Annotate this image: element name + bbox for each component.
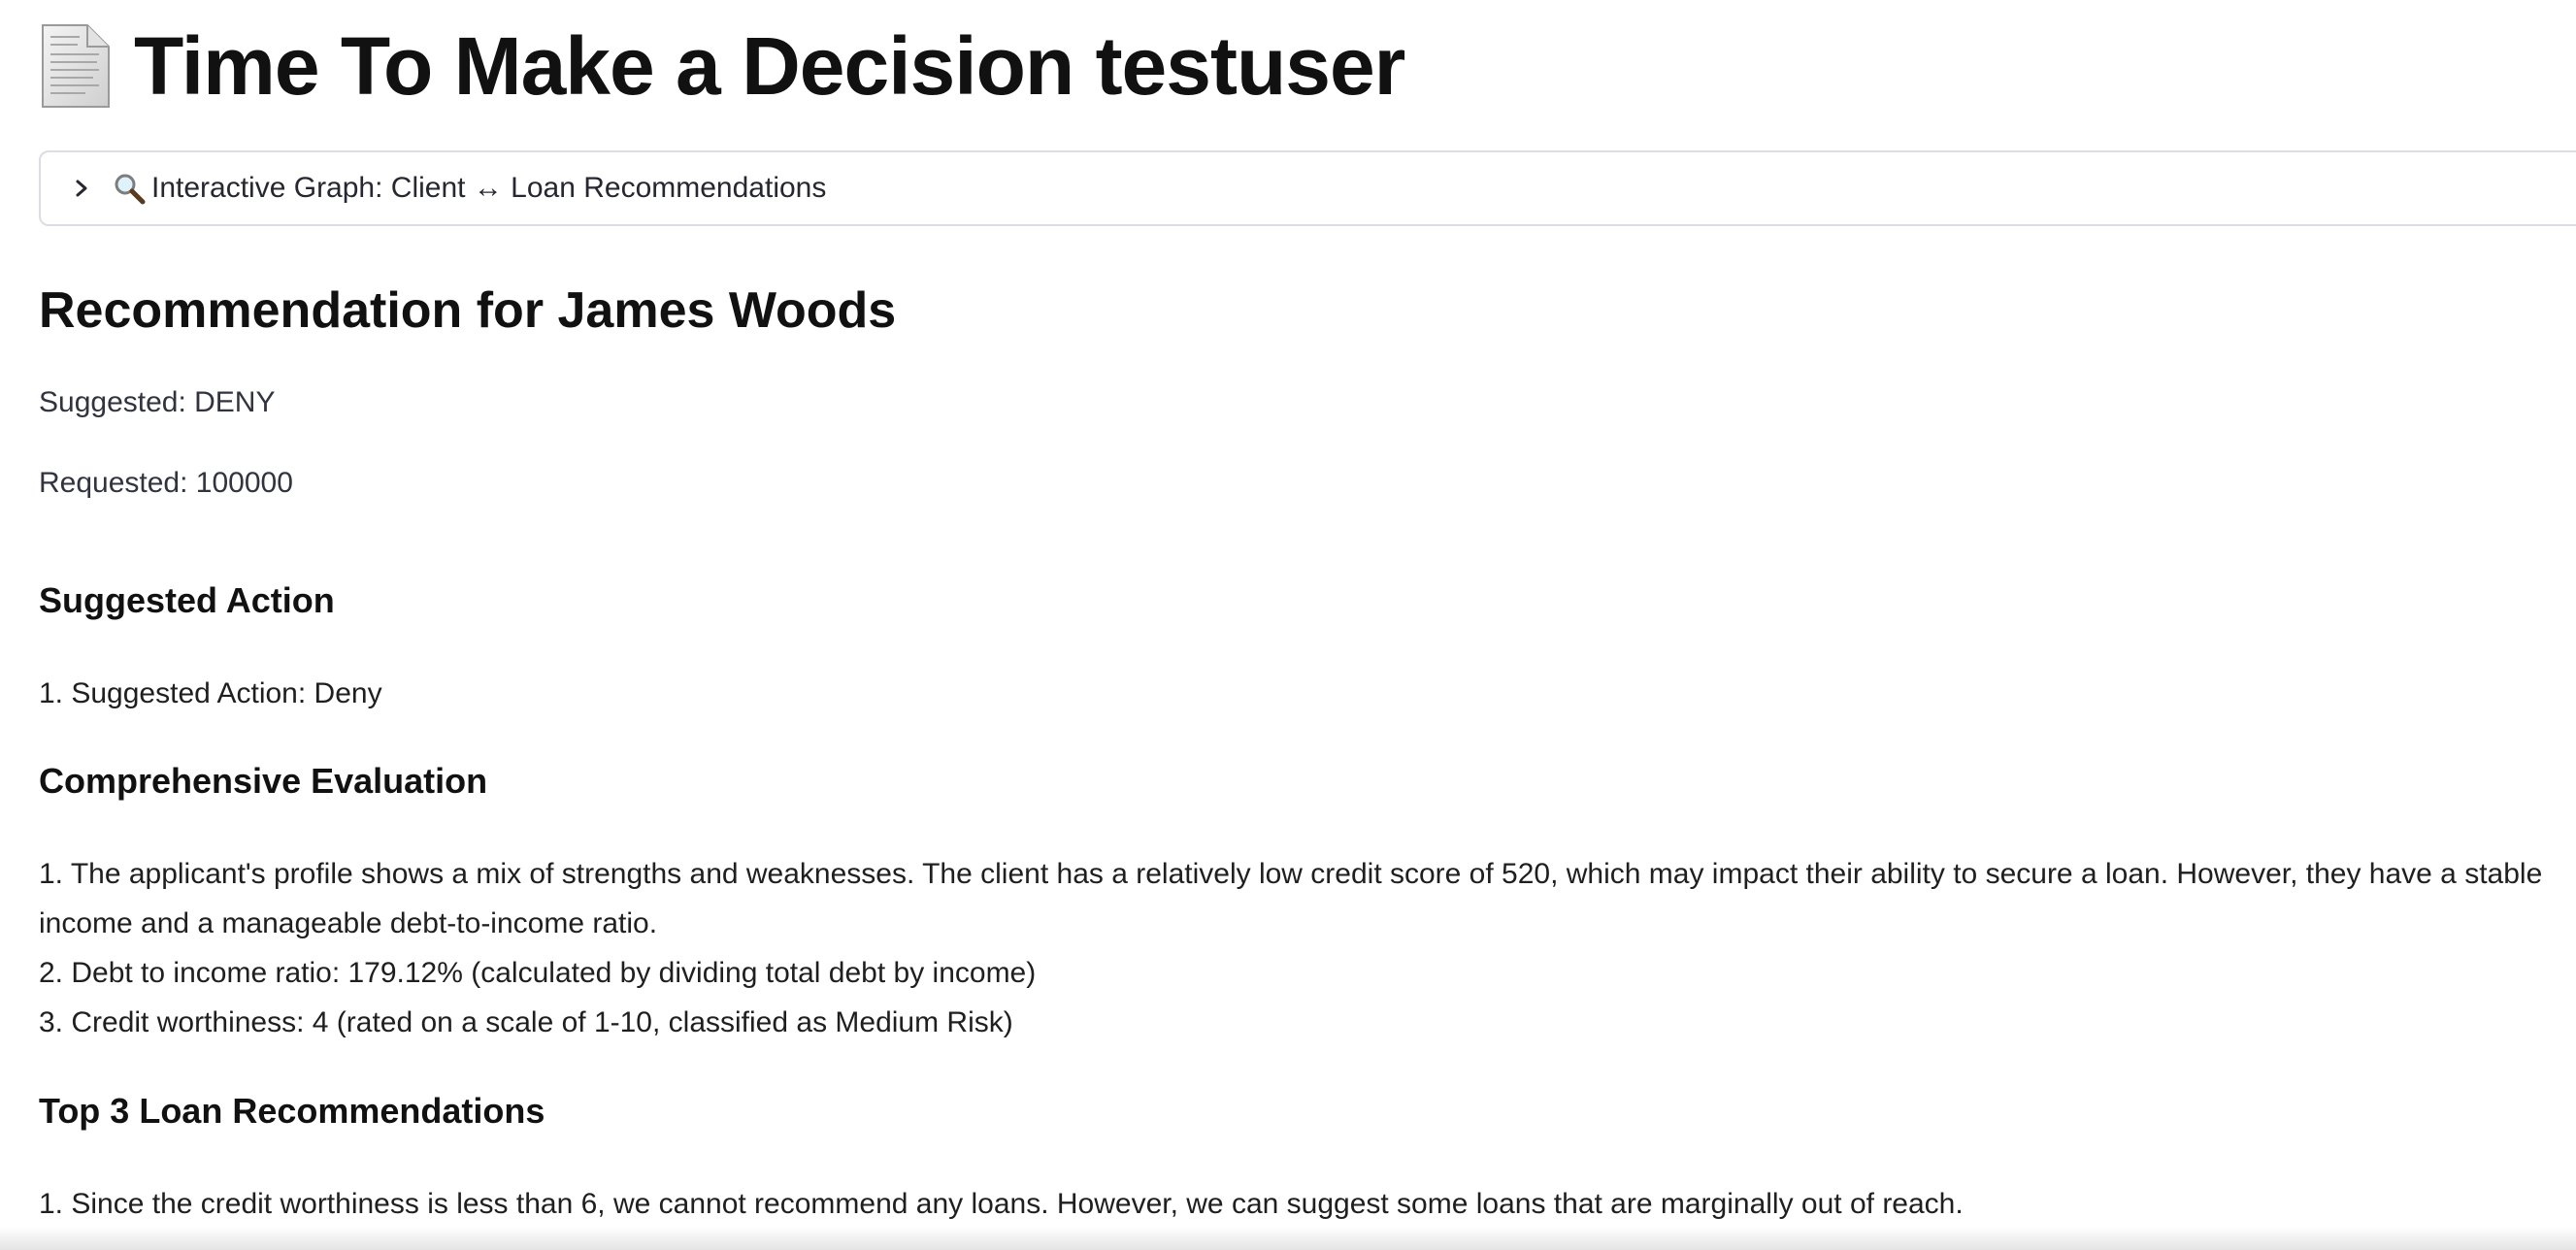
page-title: Time To Make a Decision testuser <box>134 20 1405 112</box>
loans-item: 1. Since the credit worthiness is less t… <box>39 1188 1964 1220</box>
evaluation-item: 2. Debt to income ratio: 179.12% (calcul… <box>39 957 1037 989</box>
main-content: Time To Make a Decision testuser Interac… <box>39 0 2576 1250</box>
suggested-action-item: 1. Suggested Action: Deny <box>39 677 382 709</box>
evaluation-item: income and a manageable debt-to-income r… <box>39 907 658 939</box>
graph-expander[interactable]: Interactive Graph: Client ↔ Loan Recomme… <box>39 150 2576 226</box>
scroll-fade <box>0 1227 2576 1250</box>
evaluation-item: 1. The applicant's profile shows a mix o… <box>39 858 2543 890</box>
loans-heading: Top 3 Loan Recommendations <box>39 1091 545 1131</box>
evaluation-heading: Comprehensive Evaluation <box>39 761 488 801</box>
page-header: Time To Make a Decision testuser <box>39 17 1405 115</box>
document-icon <box>39 23 113 109</box>
expander-text: Interactive Graph: Client ↔ Loan Recomme… <box>151 172 827 204</box>
suggested-decision: Suggested: DENY <box>39 386 276 418</box>
evaluation-item: 3. Credit worthiness: 4 (rated on a scal… <box>39 1006 1013 1038</box>
chevron-right-icon <box>70 177 93 200</box>
requested-amount: Requested: 100000 <box>39 467 293 499</box>
suggested-action-heading: Suggested Action <box>39 580 335 620</box>
expander-label: Interactive Graph: Client ↔ Loan Recomme… <box>113 172 826 205</box>
recommendation-title: Recommendation for James Woods <box>39 282 897 339</box>
magnifier-icon <box>113 172 146 205</box>
